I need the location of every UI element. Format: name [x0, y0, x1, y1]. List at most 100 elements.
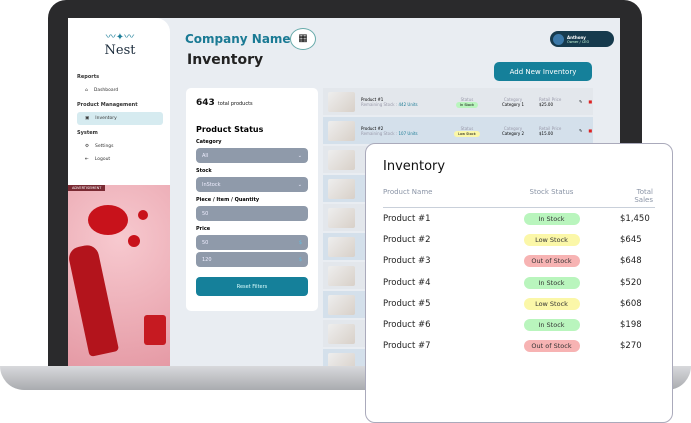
total-count: 643 [196, 98, 215, 108]
status-label: Status [460, 125, 474, 131]
status-cell: Low Stock [493, 233, 610, 246]
ad-tomato [128, 235, 140, 247]
section-product-management: Product Management [77, 102, 138, 108]
edit-icon[interactable]: ✎ [579, 99, 582, 104]
reset-filters-button[interactable]: Reset Filters [196, 277, 308, 296]
sidebar-item-inventory[interactable]: ▣ Inventory [77, 112, 163, 125]
status-badge: In Stock [523, 212, 580, 225]
column-header: Product Name [383, 188, 433, 196]
ad-packet [144, 315, 166, 345]
company-logo-icon: ▦ [290, 28, 316, 50]
filter-heading: Product Status [196, 125, 264, 134]
category-value: Category 1 [501, 101, 525, 107]
status-label: Status [460, 96, 474, 102]
product-info: Product #1 Remaining Stock : 442 Units [361, 97, 441, 107]
status-cell: Status Low Stock [447, 125, 487, 137]
table-row[interactable]: Product #5 Low Stock $608 [383, 293, 655, 314]
product-name: Product #4 [383, 277, 431, 288]
delete-icon[interactable]: ■ [588, 99, 592, 104]
sidebar-item-dashboard[interactable]: ⌂ Dashboard [77, 84, 163, 97]
status-cell: In Stock [493, 319, 610, 332]
status-cell: In Stock [493, 212, 610, 225]
quantity-label: Piece / Item / Quantity [196, 197, 260, 203]
table-row[interactable]: Product #3 Out of Stock $648 [383, 251, 655, 272]
chevron-down-icon: ⌄ [297, 181, 302, 188]
total-label: total products [217, 101, 253, 107]
price-label: Price [196, 226, 211, 232]
product-name: Product #2 [383, 234, 431, 245]
company-name: Company Name [185, 32, 291, 46]
product-name: Product #5 [383, 298, 431, 309]
logout-icon: ⇤ [85, 157, 89, 162]
add-inventory-button[interactable]: Add New Inventory [494, 62, 592, 81]
quantity-input[interactable]: 50 [196, 206, 308, 221]
table-body: Product #1 In Stock $1,450 Product #2 Lo… [383, 208, 655, 357]
status-cell: Low Stock [493, 297, 610, 310]
price-min-input[interactable]: 50 $ [196, 235, 308, 250]
total-sales: $270 [620, 341, 642, 352]
quantity-value: 50 [202, 210, 209, 217]
total-sales: $198 [620, 320, 642, 331]
price-value: $15.00 [539, 130, 553, 136]
home-icon: ⌂ [85, 88, 88, 93]
card-title: Inventory [383, 159, 446, 174]
user-badge[interactable]: Anthony Owner / CEO [550, 31, 614, 47]
price-max-input[interactable]: 120 $ [196, 252, 308, 267]
sidebar-item-settings[interactable]: ⚙ Settings [77, 140, 163, 153]
table-row[interactable]: Product #7 Out of Stock $270 [383, 336, 655, 357]
total-sales: $645 [620, 234, 642, 245]
stock-select[interactable]: InStock ⌄ [196, 177, 308, 192]
total-products: 643 total products [196, 98, 308, 108]
page-title: Inventory [187, 52, 264, 68]
category-value: Category 2 [501, 130, 525, 136]
edit-icon[interactable]: ✎ [579, 128, 582, 133]
sidebar-item-logout[interactable]: ⇤ Logout [77, 153, 163, 166]
currency-icon: $ [298, 239, 302, 246]
table-row[interactable]: Product #6 In Stock $198 [383, 314, 655, 335]
total-sales: $1,450 [620, 213, 650, 224]
status-badge: In Stock [523, 276, 580, 289]
status-cell: Status In Stock [447, 96, 487, 108]
category-select[interactable]: All ⌄ [196, 148, 308, 163]
product-thumbnail [328, 91, 355, 112]
delete-icon[interactable]: ■ [588, 128, 592, 133]
product-thumbnail [328, 352, 355, 366]
status-badge: In Stock [523, 319, 580, 332]
sidebar-item-label: Dashboard [93, 88, 119, 93]
product-row[interactable]: Product #1 Remaining Stock : 442 Units St… [323, 88, 593, 115]
table-row[interactable]: Product #2 Low Stock $645 [383, 229, 655, 250]
product-thumbnail [328, 207, 355, 228]
product-name: Product #1 [383, 213, 431, 224]
sidebar-item-label: Logout [94, 157, 111, 162]
category-cell: Category Category 2 [493, 126, 533, 136]
inventory-card: Inventory Product Name Stock Status Tota… [365, 143, 673, 423]
product-row[interactable]: Product #2 Remaining Stock : 107 Units St… [323, 117, 593, 144]
status-cell: In Stock [493, 276, 610, 289]
product-info: Product #2 Remaining Stock : 107 Units [361, 126, 441, 136]
logo: 〰✦〰 Nest [104, 32, 136, 58]
ad-label: ADVERTISEMENT [68, 185, 106, 191]
category-cell: Category Category 1 [493, 97, 533, 107]
ad-bottle [68, 243, 120, 357]
table-row[interactable]: Product #1 In Stock $1,450 [383, 208, 655, 229]
advertisement[interactable]: ADVERTISEMENT [68, 185, 170, 366]
product-thumbnail [328, 178, 355, 199]
table-row[interactable]: Product #4 In Stock $520 [383, 272, 655, 293]
status-badge: Low Stock [523, 297, 580, 310]
status-badge: Low Stock [523, 233, 580, 246]
remaining-label: Remaining Stock : [361, 130, 398, 136]
total-sales: $520 [620, 277, 642, 288]
product-thumbnail [328, 323, 355, 344]
remaining-stock: 442 Units [398, 101, 418, 107]
column-header: Stock Status [529, 188, 574, 196]
filter-panel: 643 total products Product Status Categor… [186, 88, 318, 311]
user-role: Owner / CEO [567, 39, 590, 44]
status-badge: Out of Stock [523, 340, 580, 353]
status-badge: Out of Stock [523, 255, 580, 268]
ad-tomato [138, 210, 148, 220]
price-min-value: 50 [202, 239, 209, 246]
gear-icon: ⚙ [85, 144, 90, 149]
price-cell: Retail Price $15.00 [539, 126, 573, 136]
status-cell: Out of Stock [493, 255, 610, 268]
currency-icon: $ [298, 256, 302, 263]
